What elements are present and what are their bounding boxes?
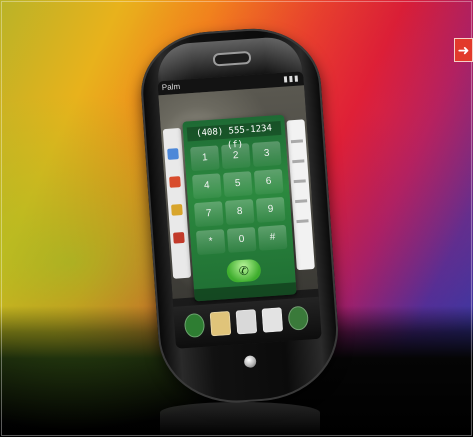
text-line (293, 179, 306, 184)
key-1: 1 (190, 145, 220, 172)
key-8: 8 (224, 199, 255, 225)
call-button: ✆ (226, 258, 262, 284)
earpiece (212, 50, 252, 67)
contacts-icon (209, 310, 232, 337)
key-5: 5 (222, 171, 253, 198)
key-9: 9 (255, 196, 286, 223)
key-0: 0 (226, 226, 257, 253)
calendar-icon (261, 307, 284, 333)
key-star: * (195, 229, 226, 256)
text-line (296, 219, 309, 224)
palm-pre-phone: Palm ▮▮▮ (408) 555-1234 (f) 1 (137, 24, 343, 408)
text-line (290, 139, 304, 144)
phone-dialer-card: (408) 555-1234 (f) 1 2 3 4 5 6 7 8 9 * 0… (182, 114, 297, 302)
signal-icon: ▮▮▮ (283, 73, 300, 84)
text-line (295, 199, 308, 204)
phone-screen: Palm ▮▮▮ (408) 555-1234 (f) 1 (157, 71, 322, 349)
email-icon (173, 231, 185, 244)
key-3: 3 (251, 141, 282, 167)
keypad: 1 2 3 4 5 6 7 8 9 * 0 # (190, 141, 288, 259)
key-6: 6 (253, 168, 284, 195)
carrier-label: Palm (161, 81, 181, 93)
rainbow-background: ➜ Palm ▮▮▮ (408) 555-1234 1 2 3 4 5 6 7 … (0, 0, 473, 437)
key-hash: # (257, 224, 288, 251)
phone-icon (183, 312, 206, 339)
email-icon (235, 309, 258, 335)
calendar-icon (171, 204, 183, 216)
photos-icon (169, 176, 181, 188)
phone-icon: ✆ (238, 263, 250, 279)
key-7: 7 (193, 201, 224, 228)
arrow-right-icon: ➜ (454, 38, 473, 62)
key-4: 4 (192, 173, 222, 200)
contacts-icon (167, 148, 179, 160)
dialed-number: (408) 555-1234 (f) (186, 120, 282, 151)
text-line (292, 159, 305, 164)
key-2: 2 (221, 143, 251, 170)
launcher-icon (287, 305, 310, 331)
phone-reflection (160, 402, 320, 437)
